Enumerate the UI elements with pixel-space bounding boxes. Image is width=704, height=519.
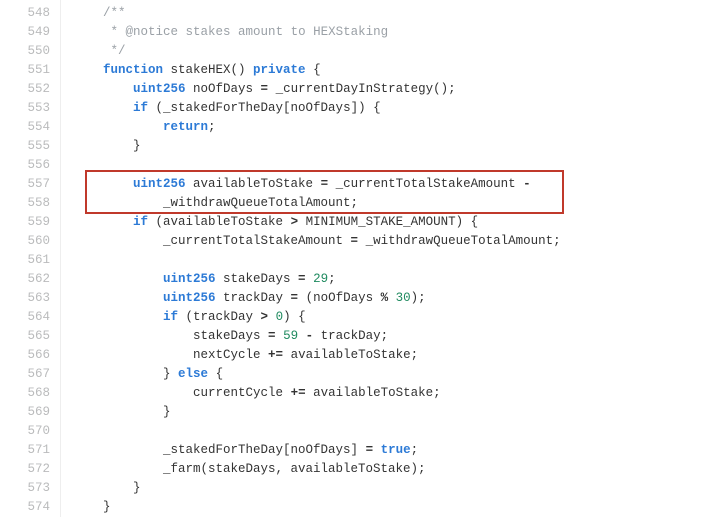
code-line: if (availableToStake > MINIMUM_STAKE_AMO… — [73, 213, 704, 232]
line-number: 564 — [0, 308, 50, 327]
comment: /** — [103, 6, 126, 20]
code-line: /** — [73, 4, 704, 23]
code-line: } — [73, 137, 704, 156]
line-number: 571 — [0, 441, 50, 460]
line-number-gutter: 5485495505515525535545555565575585595605… — [0, 0, 61, 517]
code-line: uint256 stakeDays = 29; — [73, 270, 704, 289]
line-number: 555 — [0, 137, 50, 156]
code-line: stakeDays = 59 - trackDay; — [73, 327, 704, 346]
line-number: 550 — [0, 42, 50, 61]
line-number: 565 — [0, 327, 50, 346]
line-number: 568 — [0, 384, 50, 403]
code-line: _stakedForTheDay[noOfDays] = true; — [73, 441, 704, 460]
line-number: 551 — [0, 61, 50, 80]
code-area: /** * @notice stakes amount to HEXStakin… — [61, 0, 704, 517]
code-line: _withdrawQueueTotalAmount; — [73, 194, 704, 213]
code-line: currentCycle += availableToStake; — [73, 384, 704, 403]
code-line: function stakeHEX() private { — [73, 61, 704, 80]
line-number: 563 — [0, 289, 50, 308]
code-line: uint256 availableToStake = _currentTotal… — [73, 175, 704, 194]
code-line — [73, 422, 704, 441]
line-number: 549 — [0, 23, 50, 42]
line-number: 554 — [0, 118, 50, 137]
line-number: 556 — [0, 156, 50, 175]
code-line: } — [73, 403, 704, 422]
line-number: 572 — [0, 460, 50, 479]
code-line: } — [73, 479, 704, 498]
code-line: uint256 noOfDays = _currentDayInStrategy… — [73, 80, 704, 99]
code-line — [73, 156, 704, 175]
code-line: return; — [73, 118, 704, 137]
line-number: 548 — [0, 4, 50, 23]
code-line: uint256 trackDay = (noOfDays % 30); — [73, 289, 704, 308]
line-number: 559 — [0, 213, 50, 232]
line-number: 567 — [0, 365, 50, 384]
code-line: } else { — [73, 365, 704, 384]
line-number: 560 — [0, 232, 50, 251]
line-number: 553 — [0, 99, 50, 118]
line-number: 561 — [0, 251, 50, 270]
comment: */ — [103, 44, 126, 58]
line-number: 558 — [0, 194, 50, 213]
code-line: if (trackDay > 0) { — [73, 308, 704, 327]
code-line: } — [73, 498, 704, 517]
line-number: 569 — [0, 403, 50, 422]
code-line: if (_stakedForTheDay[noOfDays]) { — [73, 99, 704, 118]
line-number: 562 — [0, 270, 50, 289]
code-viewer: 5485495505515525535545555565575585595605… — [0, 0, 704, 517]
line-number: 573 — [0, 479, 50, 498]
line-number: 557 — [0, 175, 50, 194]
code-line — [73, 251, 704, 270]
line-number: 552 — [0, 80, 50, 99]
line-number: 574 — [0, 498, 50, 517]
code-line: _farm(stakeDays, availableToStake); — [73, 460, 704, 479]
line-number: 566 — [0, 346, 50, 365]
comment: * @notice stakes amount to HEXStaking — [103, 25, 388, 39]
code-line: * @notice stakes amount to HEXStaking — [73, 23, 704, 42]
code-line: _currentTotalStakeAmount = _withdrawQueu… — [73, 232, 704, 251]
code-line: nextCycle += availableToStake; — [73, 346, 704, 365]
line-number: 570 — [0, 422, 50, 441]
code-line: */ — [73, 42, 704, 61]
